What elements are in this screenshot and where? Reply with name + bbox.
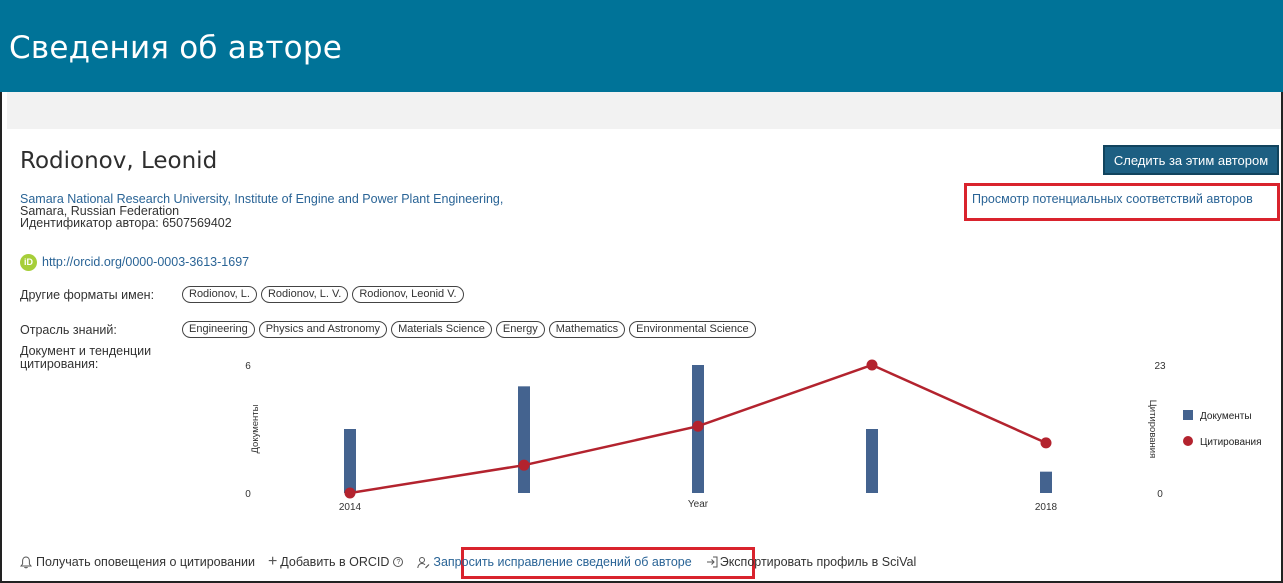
export-icon	[706, 556, 718, 568]
trends-label: Документ и тенденции цитирования:	[20, 345, 151, 371]
request-correction-link[interactable]: Запросить исправление сведений об авторе	[417, 555, 692, 569]
orcid-row: iD http://orcid.org/0000-0003-3613-1697	[20, 252, 249, 272]
subject-areas-label: Отрасль знаний:	[20, 323, 117, 337]
documents-bar	[866, 429, 878, 493]
legend-citations-swatch	[1183, 436, 1193, 446]
x-tick-label: 2018	[1035, 502, 1058, 513]
potential-matches-link[interactable]: Просмотр потенциальных соответствий авто…	[972, 192, 1253, 206]
export-scival-label: Экспортировать профиль в SciVal	[719, 555, 917, 569]
export-scival-link[interactable]: Экспортировать профиль в SciVal	[706, 555, 917, 569]
subject-area-chip[interactable]: Environmental Science	[629, 321, 756, 338]
legend-documents-label: Документы	[1200, 411, 1252, 422]
name-format-chip[interactable]: Rodionov, L.	[182, 286, 257, 303]
documents-bar	[518, 386, 530, 493]
right-axis-tick-min: 0	[1157, 489, 1163, 500]
request-correction-label: Запросить исправление сведений об авторе	[433, 555, 692, 569]
citation-alerts-link[interactable]: Получать оповещения о цитировании	[20, 555, 255, 569]
name-formats-list: Rodionov, L. Rodionov, L. V. Rodionov, L…	[182, 286, 464, 303]
plus-icon: +	[267, 553, 278, 570]
left-axis-tick-min: 0	[245, 489, 251, 500]
author-id: Идентификатор автора: 6507569402	[20, 216, 232, 230]
name-format-chip[interactable]: Rodionov, Leonid V.	[352, 286, 464, 303]
documents-bar	[344, 429, 356, 493]
citations-point	[344, 487, 356, 499]
subject-area-chip[interactable]: Engineering	[182, 321, 255, 338]
documents-bar	[1040, 471, 1052, 493]
add-to-orcid-label: Добавить в ORCID	[280, 555, 390, 569]
x-tick-label: 2014	[339, 502, 362, 513]
x-axis-label: Year	[688, 499, 709, 510]
name-formats-label: Другие форматы имен:	[20, 288, 155, 302]
subject-area-chip[interactable]: Physics and Astronomy	[258, 321, 388, 338]
citations-point	[692, 420, 704, 432]
help-icon[interactable]: ?	[393, 557, 404, 567]
subject-areas-list: Engineering Physics and Astronomy Materi…	[182, 321, 756, 338]
add-to-orcid-link[interactable]: + Добавить в ORCID ?	[267, 553, 404, 571]
subject-area-chip[interactable]: Energy	[495, 321, 545, 338]
document-citation-chart: 6 0 23 0 Документы Цитирования Year 2014…	[245, 359, 1262, 513]
bell-icon	[20, 555, 32, 568]
subject-area-chip[interactable]: Mathematics	[548, 321, 626, 338]
legend-documents-swatch	[1183, 410, 1193, 420]
right-axis-tick-max: 23	[1154, 361, 1166, 372]
citations-point	[518, 459, 530, 471]
action-bar: Получать оповещения о цитировании + Доба…	[20, 553, 916, 571]
subject-area-chip[interactable]: Materials Science	[391, 321, 492, 338]
orcid-icon: iD	[20, 253, 37, 271]
trends-label-line2: цитирования:	[20, 357, 99, 371]
legend-citations-label: Цитирования	[1200, 437, 1262, 448]
page-header: Сведения об авторе	[0, 0, 1283, 92]
sub-toolbar	[7, 92, 1281, 129]
citation-alerts-label: Получать оповещения о цитировании	[36, 555, 255, 569]
author-name: Rodionov, Leonid	[20, 148, 218, 174]
citations-point	[866, 359, 878, 371]
left-axis-tick-max: 6	[245, 361, 251, 372]
author-affiliation: Samara National Research University, Ins…	[20, 193, 503, 230]
left-axis-label: Документы	[250, 404, 261, 453]
right-axis-label: Цитирования	[1147, 400, 1158, 458]
person-edit-icon	[417, 556, 430, 568]
citations-point	[1040, 437, 1052, 449]
follow-author-button[interactable]: Следить за этим автором	[1103, 145, 1279, 175]
page-title: Сведения об авторе	[9, 30, 342, 66]
orcid-link[interactable]: http://orcid.org/0000-0003-3613-1697	[42, 255, 249, 269]
name-format-chip[interactable]: Rodionov, L. V.	[260, 286, 349, 303]
